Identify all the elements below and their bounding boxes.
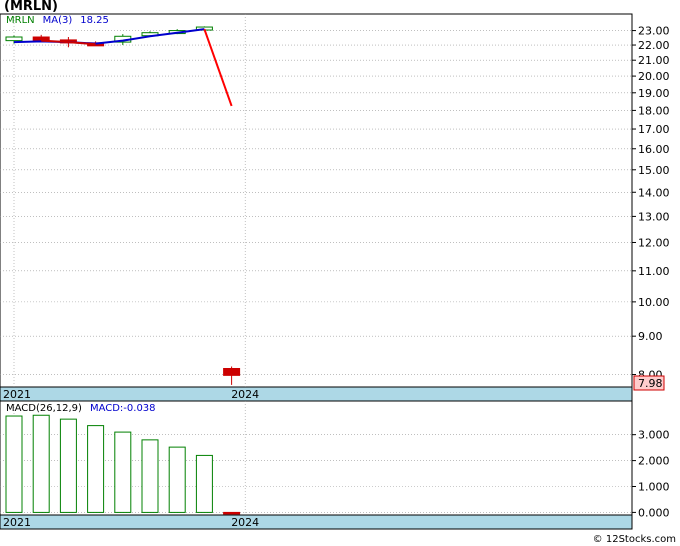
price-tick-label: 22.00 [638,39,670,52]
candle-body [223,367,241,376]
candle-body [5,36,23,42]
macd-value-label: MACD:-0.038 [89,403,156,414]
date-label: 2024 [231,388,259,401]
legend-ma-label: MA(3) [42,15,73,26]
date-label: 2021 [3,388,31,401]
macd-bar [59,418,77,513]
legend-symbol: MRLN [6,15,35,26]
macd-tick-label: 3.000 [638,429,670,442]
macd-bar [223,511,241,515]
price-tick-label: 15.00 [638,164,670,177]
price-tick-label: 13.00 [638,210,670,223]
stock-chart: 23.0022.00 21.00 20.00 19.00 18.00 17.00 16.00… [0,13,670,530]
macd-tick-label: 1.000 [638,481,670,494]
macd-bar [32,414,50,513]
price-legend: MRLN MA(3) 18.25 [6,15,117,26]
last-price-label: 7.98 [638,377,663,390]
chart-title: (MRLN) [4,0,58,14]
macd-bar [168,446,186,513]
legend-ma-value: 18.25 [80,15,109,26]
macd-bar [141,439,159,513]
macd-label: MACD(26,12,9) [6,403,82,414]
price-tick-label: 9.00 [638,330,663,343]
price-tick-labels: 23.0022.00 21.00 20.00 19.00 18.00 17.00 16.00… [632,25,670,382]
price-panel [0,13,633,388]
price-tick-label: 14.00 [638,186,670,199]
macd-bar [114,431,132,513]
macd-bar [87,425,105,513]
macd-date-band [0,514,633,530]
price-tick-label: 11.00 [638,265,670,278]
macd-tick-label: 2.000 [638,455,670,468]
price-tick-label: 21.00 [638,54,670,67]
macd-bar [5,415,23,513]
price-tick-label: 20.00 [638,70,670,83]
watermark: © 12Stocks.com [592,534,676,545]
price-date-band [0,386,633,402]
date-label: 2021 [3,516,31,529]
price-tick-label: 18.00 [638,104,670,117]
date-label: 2024 [231,516,259,529]
price-tick-label: 10.00 [638,296,670,309]
price-tick-label: 17.00 [638,123,670,136]
macd-bar [195,454,213,513]
price-tick-label: 19.00 [638,87,670,100]
price-tick-label: 23.00 [638,25,670,38]
price-tick-label: 16.00 [638,143,670,156]
macd-tick-label: 0.000 [638,506,670,519]
macd-legend: MACD(26,12,9) MACD:-0.038 [6,403,164,414]
price-tick-label: 12.00 [638,236,670,249]
macd-tick-labels: 3.000 2.000 1.000 0.000 [632,429,670,519]
